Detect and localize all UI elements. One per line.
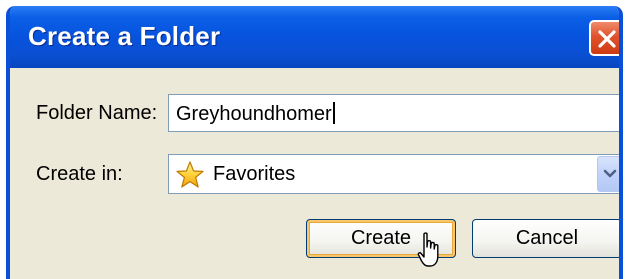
create-in-label: Create in: (36, 163, 123, 185)
close-icon (598, 30, 616, 48)
text-caret (332, 102, 335, 124)
folder-name-input[interactable]: Greyhoundhomer (168, 94, 619, 132)
cancel-button[interactable]: Cancel (472, 219, 619, 258)
folder-name-value: Greyhoundhomer (176, 103, 332, 125)
star-icon (175, 160, 205, 195)
mouse-pointer-icon (417, 232, 439, 267)
close-button[interactable] (589, 20, 619, 56)
dialog-title: Create a Folder (28, 21, 221, 51)
chevron-down-icon (603, 169, 617, 178)
dropdown-button[interactable] (597, 156, 619, 192)
create-in-value: Favorites (213, 163, 296, 185)
title-bar[interactable]: Create a Folder (10, 6, 619, 68)
folder-name-label: Folder Name: (36, 102, 158, 124)
create-folder-dialog: Create a Folder Folder Name: Greyhoundho… (6, 6, 623, 279)
create-in-select[interactable]: Favorites (168, 154, 619, 195)
